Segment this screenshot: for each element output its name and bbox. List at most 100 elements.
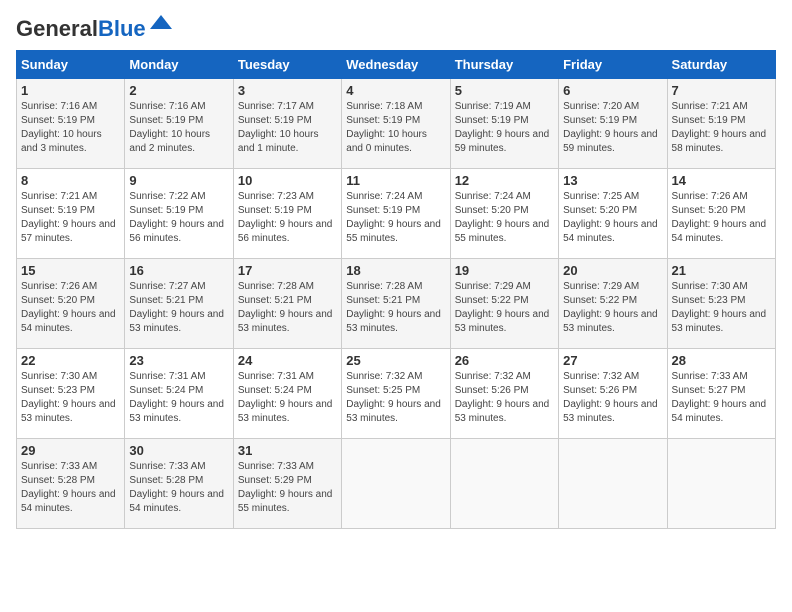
day-info: Sunrise: 7:16 AMSunset: 5:19 PMDaylight:… [21, 100, 120, 156]
calendar-week-row: 29 Sunrise: 7:33 AMSunset: 5:28 PMDayligh… [17, 439, 776, 529]
day-number: 18 [346, 263, 445, 278]
day-number: 13 [563, 173, 662, 188]
logo-arrow-icon [150, 15, 172, 34]
col-header-sunday: Sunday [17, 51, 125, 79]
day-number: 8 [21, 173, 120, 188]
calendar-cell: 22 Sunrise: 7:30 AMSunset: 5:23 PMDayligh… [17, 349, 125, 439]
calendar-cell: 15 Sunrise: 7:26 AMSunset: 5:20 PMDayligh… [17, 259, 125, 349]
day-number: 15 [21, 263, 120, 278]
day-number: 5 [455, 83, 554, 98]
day-info: Sunrise: 7:33 AMSunset: 5:27 PMDaylight:… [672, 370, 771, 426]
day-info: Sunrise: 7:16 AMSunset: 5:19 PMDaylight:… [129, 100, 228, 156]
day-info: Sunrise: 7:30 AMSunset: 5:23 PMDaylight:… [21, 370, 120, 426]
day-info: Sunrise: 7:27 AMSunset: 5:21 PMDaylight:… [129, 280, 228, 336]
calendar-cell: 21 Sunrise: 7:30 AMSunset: 5:23 PMDayligh… [667, 259, 775, 349]
day-info: Sunrise: 7:33 AMSunset: 5:28 PMDaylight:… [21, 460, 120, 516]
day-info: Sunrise: 7:18 AMSunset: 5:19 PMDaylight:… [346, 100, 445, 156]
logo: General Blue [16, 16, 172, 42]
calendar-cell: 25Sunrise: 7:32 AMSunset: 5:25 PMDayligh… [342, 349, 450, 439]
calendar-cell: 20 Sunrise: 7:29 AMSunset: 5:22 PMDayligh… [559, 259, 667, 349]
calendar-week-row: 1 Sunrise: 7:16 AMSunset: 5:19 PMDaylight… [17, 79, 776, 169]
day-number: 26 [455, 353, 554, 368]
calendar-cell: 31 Sunrise: 7:33 AMSunset: 5:29 PMDayligh… [233, 439, 341, 529]
day-number: 12 [455, 173, 554, 188]
day-number: 31 [238, 443, 337, 458]
day-info: Sunrise: 7:23 AMSunset: 5:19 PMDaylight:… [238, 190, 337, 246]
day-info: Sunrise: 7:26 AMSunset: 5:20 PMDaylight:… [21, 280, 120, 336]
day-number: 4 [346, 83, 445, 98]
calendar-cell: 5Sunrise: 7:19 AMSunset: 5:19 PMDaylight… [450, 79, 558, 169]
day-number: 23 [129, 353, 228, 368]
calendar-cell: 12 Sunrise: 7:24 AMSunset: 5:20 PMDayligh… [450, 169, 558, 259]
calendar-week-row: 15 Sunrise: 7:26 AMSunset: 5:20 PMDayligh… [17, 259, 776, 349]
day-info: Sunrise: 7:33 AMSunset: 5:29 PMDaylight:… [238, 460, 337, 516]
calendar-cell: 16Sunrise: 7:27 AMSunset: 5:21 PMDayligh… [125, 259, 233, 349]
day-info: Sunrise: 7:17 AMSunset: 5:19 PMDaylight:… [238, 100, 337, 156]
col-header-monday: Monday [125, 51, 233, 79]
calendar-cell: 4 Sunrise: 7:18 AMSunset: 5:19 PMDaylight… [342, 79, 450, 169]
day-number: 7 [672, 83, 771, 98]
calendar-cell: 7 Sunrise: 7:21 AMSunset: 5:19 PMDaylight… [667, 79, 775, 169]
calendar-cell: 6Sunrise: 7:20 AMSunset: 5:19 PMDaylight… [559, 79, 667, 169]
calendar-header-row: SundayMondayTuesdayWednesdayThursdayFrid… [17, 51, 776, 79]
day-number: 28 [672, 353, 771, 368]
day-info: Sunrise: 7:32 AMSunset: 5:26 PMDaylight:… [563, 370, 662, 426]
day-number: 19 [455, 263, 554, 278]
calendar-cell: 11 Sunrise: 7:24 AMSunset: 5:19 PMDayligh… [342, 169, 450, 259]
calendar-cell: 8 Sunrise: 7:21 AMSunset: 5:19 PMDaylight… [17, 169, 125, 259]
day-info: Sunrise: 7:33 AMSunset: 5:28 PMDaylight:… [129, 460, 228, 516]
day-number: 9 [129, 173, 228, 188]
day-number: 3 [238, 83, 337, 98]
day-info: Sunrise: 7:28 AMSunset: 5:21 PMDaylight:… [238, 280, 337, 336]
calendar-week-row: 22 Sunrise: 7:30 AMSunset: 5:23 PMDayligh… [17, 349, 776, 439]
day-number: 24 [238, 353, 337, 368]
day-info: Sunrise: 7:21 AMSunset: 5:19 PMDaylight:… [672, 100, 771, 156]
day-info: Sunrise: 7:24 AMSunset: 5:19 PMDaylight:… [346, 190, 445, 246]
calendar-cell: 17 Sunrise: 7:28 AMSunset: 5:21 PMDayligh… [233, 259, 341, 349]
calendar-table: SundayMondayTuesdayWednesdayThursdayFrid… [16, 50, 776, 529]
day-number: 11 [346, 173, 445, 188]
col-header-thursday: Thursday [450, 51, 558, 79]
calendar-cell: 18Sunrise: 7:28 AMSunset: 5:21 PMDayligh… [342, 259, 450, 349]
day-number: 20 [563, 263, 662, 278]
logo-general: General [16, 16, 98, 42]
day-info: Sunrise: 7:24 AMSunset: 5:20 PMDaylight:… [455, 190, 554, 246]
day-number: 1 [21, 83, 120, 98]
calendar-cell: 3 Sunrise: 7:17 AMSunset: 5:19 PMDaylight… [233, 79, 341, 169]
day-info: Sunrise: 7:32 AMSunset: 5:26 PMDaylight:… [455, 370, 554, 426]
calendar-cell: 1 Sunrise: 7:16 AMSunset: 5:19 PMDaylight… [17, 79, 125, 169]
calendar-cell: 10 Sunrise: 7:23 AMSunset: 5:19 PMDayligh… [233, 169, 341, 259]
day-number: 27 [563, 353, 662, 368]
col-header-tuesday: Tuesday [233, 51, 341, 79]
day-info: Sunrise: 7:29 AMSunset: 5:22 PMDaylight:… [563, 280, 662, 336]
calendar-cell: 13 Sunrise: 7:25 AMSunset: 5:20 PMDayligh… [559, 169, 667, 259]
day-info: Sunrise: 7:30 AMSunset: 5:23 PMDaylight:… [672, 280, 771, 336]
day-number: 14 [672, 173, 771, 188]
day-number: 29 [21, 443, 120, 458]
calendar-cell: 28 Sunrise: 7:33 AMSunset: 5:27 PMDayligh… [667, 349, 775, 439]
day-number: 30 [129, 443, 228, 458]
day-info: Sunrise: 7:31 AMSunset: 5:24 PMDaylight:… [238, 370, 337, 426]
calendar-cell [667, 439, 775, 529]
calendar-cell: 30 Sunrise: 7:33 AMSunset: 5:28 PMDayligh… [125, 439, 233, 529]
day-number: 25 [346, 353, 445, 368]
calendar-cell: 14 Sunrise: 7:26 AMSunset: 5:20 PMDayligh… [667, 169, 775, 259]
calendar-week-row: 8 Sunrise: 7:21 AMSunset: 5:19 PMDaylight… [17, 169, 776, 259]
day-number: 10 [238, 173, 337, 188]
calendar-cell [559, 439, 667, 529]
day-info: Sunrise: 7:26 AMSunset: 5:20 PMDaylight:… [672, 190, 771, 246]
day-number: 21 [672, 263, 771, 278]
day-info: Sunrise: 7:20 AMSunset: 5:19 PMDaylight:… [563, 100, 662, 156]
day-number: 2 [129, 83, 228, 98]
calendar-cell: 24 Sunrise: 7:31 AMSunset: 5:24 PMDayligh… [233, 349, 341, 439]
calendar-cell: 9 Sunrise: 7:22 AMSunset: 5:19 PMDaylight… [125, 169, 233, 259]
day-info: Sunrise: 7:31 AMSunset: 5:24 PMDaylight:… [129, 370, 228, 426]
day-info: Sunrise: 7:22 AMSunset: 5:19 PMDaylight:… [129, 190, 228, 246]
calendar-cell: 27 Sunrise: 7:32 AMSunset: 5:26 PMDayligh… [559, 349, 667, 439]
day-info: Sunrise: 7:21 AMSunset: 5:19 PMDaylight:… [21, 190, 120, 246]
calendar-cell [450, 439, 558, 529]
day-number: 17 [238, 263, 337, 278]
col-header-friday: Friday [559, 51, 667, 79]
day-number: 22 [21, 353, 120, 368]
day-info: Sunrise: 7:25 AMSunset: 5:20 PMDaylight:… [563, 190, 662, 246]
